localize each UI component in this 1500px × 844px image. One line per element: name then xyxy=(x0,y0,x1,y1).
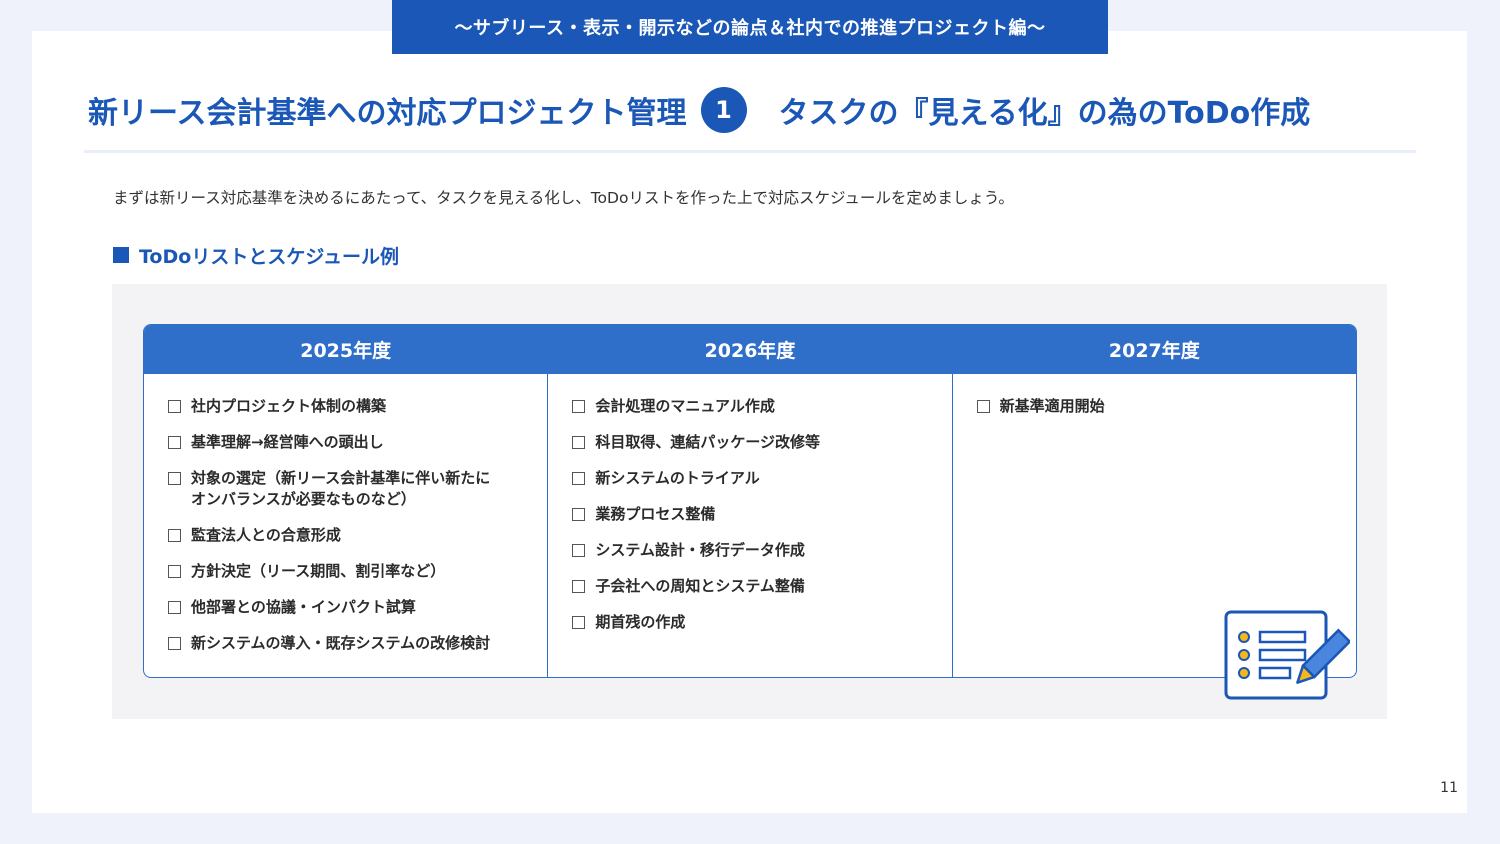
task-label: 社内プロジェクト体制の構築 xyxy=(191,397,387,415)
task-list: 社内プロジェクト体制の構築 基準理解→経営陣への頭出し 対象の選定（新リース会計… xyxy=(144,374,547,669)
checkbox-icon[interactable] xyxy=(976,400,990,413)
checkbox-icon[interactable] xyxy=(168,436,181,449)
checkbox-icon[interactable] xyxy=(572,616,586,629)
checkbox-icon[interactable] xyxy=(168,565,181,578)
checkbox-icon[interactable] xyxy=(168,472,181,485)
page-title: 新リース会計基準への対応プロジェクト管理 1 タスクの『見える化』の為のToDo… xyxy=(88,84,1418,136)
task-label: 新システムのトライアル xyxy=(595,469,760,487)
task-item: 他部署との協議・インパクト試算 xyxy=(166,597,527,618)
task-list: 会計処理のマニュアル作成 科目取得、連結パッケージ改修等 新システムのトライアル… xyxy=(548,374,951,648)
task-label: 基準理解→経営陣への頭出し xyxy=(191,433,384,451)
page-number: 11 xyxy=(1440,780,1458,796)
task-label: 期首残の作成 xyxy=(595,613,686,631)
task-label: 対象の選定（新リース会計基準に伴い新たに オンバランスが必要なものなど） xyxy=(191,469,491,508)
task-label: 会計処理のマニュアル作成 xyxy=(595,397,775,415)
task-label: 他部署との協議・インパクト試算 xyxy=(191,598,416,616)
task-label: 科目取得、連結パッケージ改修等 xyxy=(595,433,821,451)
task-item: 業務プロセス整備 xyxy=(570,504,931,525)
task-label: 監査法人との合意形成 xyxy=(191,526,341,544)
task-item: 社内プロジェクト体制の構築 xyxy=(166,396,527,417)
task-item: システム設計・移行データ作成 xyxy=(570,540,931,561)
task-item: 期首残の作成 xyxy=(570,612,931,633)
checkbox-icon[interactable] xyxy=(572,580,586,593)
todo-checklist-pencil-icon xyxy=(1224,610,1350,700)
subtitle-tab-label: 〜サブリース・表示・開示などの論点＆社内での推進プロジェクト編〜 xyxy=(454,18,1046,39)
checkbox-icon[interactable] xyxy=(168,529,181,542)
intro-text: まずは新リース対応基準を決めるにあたって、タスクを見える化し、ToDoリストを作… xyxy=(113,189,1014,207)
section-heading-label: ToDoリストとスケジュール例 xyxy=(139,245,399,268)
task-item: 新システムの導入・既存システムの改修検討 xyxy=(166,633,527,654)
task-label: 子会社への周知とシステム整備 xyxy=(595,577,805,595)
checkbox-icon[interactable] xyxy=(168,601,181,614)
checkbox-icon[interactable] xyxy=(572,508,586,521)
square-bullet-icon xyxy=(113,247,129,263)
year-header: 2027年度 xyxy=(952,325,1356,374)
year-header: 2025年度 xyxy=(144,325,548,374)
checkbox-icon[interactable] xyxy=(572,436,586,449)
task-item: 科目取得、連結パッケージ改修等 xyxy=(570,432,931,453)
subtitle-tab: 〜サブリース・表示・開示などの論点＆社内での推進プロジェクト編〜 xyxy=(392,0,1108,54)
task-item: 方針決定（リース期間、割引率など） xyxy=(166,561,527,582)
task-item: 子会社への周知とシステム整備 xyxy=(570,576,931,597)
task-item: 基準理解→経営陣への頭出し xyxy=(166,432,527,453)
task-item: 新基準適用開始 xyxy=(975,396,1336,417)
task-item: 対象の選定（新リース会計基準に伴い新たに オンバランスが必要なものなど） xyxy=(166,468,527,510)
schedule-table: 2025年度 社内プロジェクト体制の構築 基準理解→経営陣への頭出し 対象の選定… xyxy=(143,324,1357,678)
task-label: 方針決定（リース期間、割引率など） xyxy=(191,562,446,580)
checkbox-icon[interactable] xyxy=(572,472,586,485)
task-item: 会計処理のマニュアル作成 xyxy=(570,396,931,417)
year-column-2025: 2025年度 社内プロジェクト体制の構築 基準理解→経営陣への頭出し 対象の選定… xyxy=(144,325,548,677)
section-heading: ToDoリストとスケジュール例 xyxy=(113,243,399,268)
task-label: システム設計・移行データ作成 xyxy=(595,541,805,559)
title-number-badge: 1 xyxy=(700,87,747,133)
title-sub: タスクの『見える化』の為のToDo作成 xyxy=(778,96,1311,131)
checkbox-icon[interactable] xyxy=(168,637,181,650)
task-label: 新基準適用開始 xyxy=(999,397,1105,415)
task-label: 新システムの導入・既存システムの改修検討 xyxy=(191,634,491,652)
checkbox-icon[interactable] xyxy=(168,400,181,413)
task-item: 新システムのトライアル xyxy=(570,468,931,489)
year-header: 2026年度 xyxy=(548,325,952,374)
title-divider xyxy=(84,150,1416,153)
task-list: 新基準適用開始 xyxy=(953,374,1356,432)
checkbox-icon[interactable] xyxy=(572,400,586,413)
year-column-2026: 2026年度 会計処理のマニュアル作成 科目取得、連結パッケージ改修等 新システ… xyxy=(547,325,952,677)
title-main: 新リース会計基準への対応プロジェクト管理 xyxy=(88,96,687,131)
task-item: 監査法人との合意形成 xyxy=(166,525,527,546)
task-label: 業務プロセス整備 xyxy=(595,505,716,523)
checkbox-icon[interactable] xyxy=(572,544,586,557)
